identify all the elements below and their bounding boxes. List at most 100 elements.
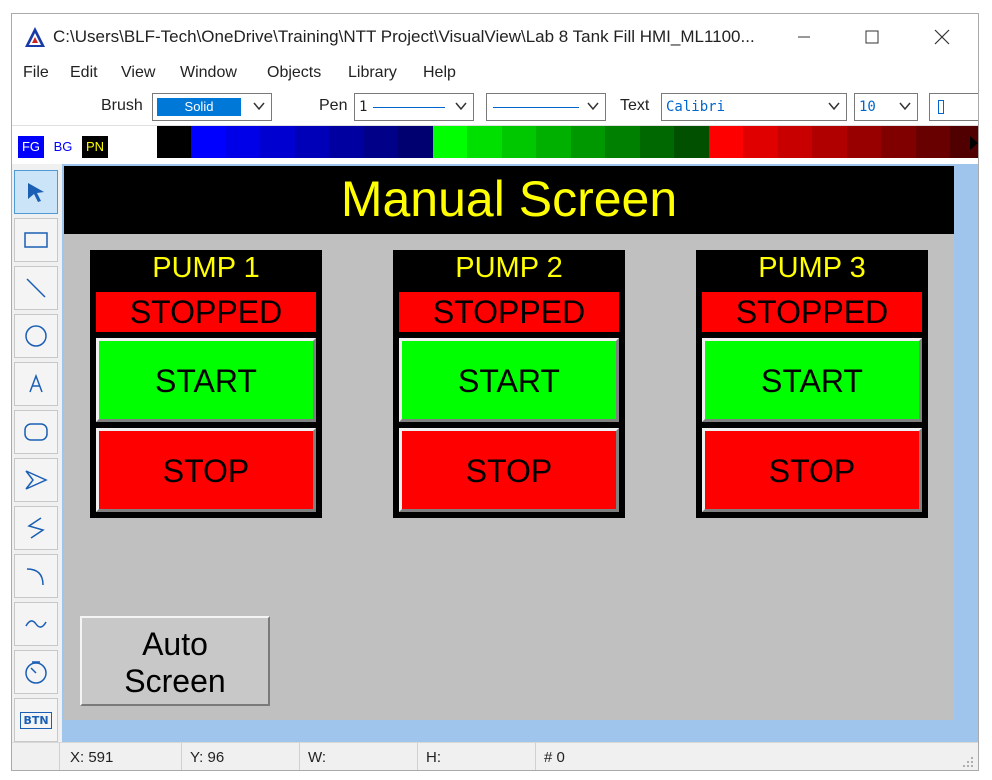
pen-style-dropdown[interactable] bbox=[486, 93, 606, 121]
color-swatch[interactable] bbox=[536, 126, 571, 158]
pen-width-preview bbox=[373, 107, 445, 108]
font-size-dropdown[interactable]: 10 bbox=[854, 93, 918, 121]
tool-circle[interactable] bbox=[14, 314, 58, 358]
color-swatch[interactable] bbox=[743, 126, 778, 158]
menu-window[interactable]: Window bbox=[180, 64, 237, 82]
color-swatch[interactable] bbox=[329, 126, 364, 158]
arc-icon bbox=[26, 568, 44, 586]
minimize-icon bbox=[798, 36, 810, 38]
title-bar: C:\Users\BLF-Tech\OneDrive\Training\NTT … bbox=[12, 14, 978, 60]
menu-help[interactable]: Help bbox=[423, 64, 456, 82]
tool-gauge[interactable] bbox=[14, 650, 58, 694]
tool-wave[interactable] bbox=[14, 602, 58, 646]
pump-panel-1: PUMP 1 STOPPED START STOP bbox=[90, 250, 322, 518]
pump-panel-3: PUMP 3 STOPPED START STOP bbox=[696, 250, 928, 518]
menu-file[interactable]: File bbox=[23, 64, 49, 82]
pump-2-stop-button[interactable]: STOP bbox=[399, 428, 619, 512]
auto-screen-button[interactable]: Auto Screen bbox=[80, 616, 270, 706]
color-swatch[interactable] bbox=[881, 126, 916, 158]
status-y: Y: 96 bbox=[190, 743, 300, 770]
color-swatch[interactable] bbox=[812, 126, 847, 158]
tool-polyline[interactable] bbox=[14, 506, 58, 550]
pump-status: STOPPED bbox=[399, 292, 619, 332]
fg-selector[interactable]: FG bbox=[18, 136, 44, 158]
pen-width-value: 1 bbox=[359, 99, 368, 115]
pen-style-preview bbox=[493, 107, 579, 108]
polyline-icon bbox=[27, 517, 45, 539]
color-swatch[interactable] bbox=[915, 126, 950, 158]
menu-objects[interactable]: Objects bbox=[267, 64, 321, 82]
color-swatch[interactable] bbox=[225, 126, 260, 158]
hmi-screen[interactable]: Manual Screen PUMP 1 STOPPED START STOP … bbox=[64, 166, 954, 720]
pointer-icon bbox=[28, 183, 44, 202]
menu-view[interactable]: View bbox=[121, 64, 155, 82]
pump-title: PUMP 1 bbox=[152, 252, 260, 284]
tool-button[interactable]: BTN bbox=[14, 698, 58, 742]
color-swatch[interactable] bbox=[777, 126, 812, 158]
menu-edit[interactable]: Edit bbox=[70, 64, 98, 82]
color-swatch[interactable] bbox=[501, 126, 536, 158]
status-w: W: bbox=[308, 743, 418, 770]
app-logo-icon bbox=[25, 27, 45, 47]
wave-icon bbox=[25, 620, 47, 628]
chevron-down-icon bbox=[828, 102, 840, 111]
window-title: C:\Users\BLF-Tech\OneDrive\Training\NTT … bbox=[53, 27, 755, 46]
text-style-dropdown[interactable] bbox=[929, 93, 978, 121]
maximize-button[interactable] bbox=[852, 20, 892, 54]
pn-selector[interactable]: PN bbox=[82, 136, 108, 158]
tool-rectangle[interactable] bbox=[14, 218, 58, 262]
pump-panel-2: PUMP 2 STOPPED START STOP bbox=[393, 250, 625, 518]
color-swatch[interactable] bbox=[191, 126, 226, 158]
gauge-icon bbox=[25, 661, 47, 684]
status-h: H: bbox=[426, 743, 536, 770]
pump-2-start-button[interactable]: START bbox=[399, 338, 619, 422]
cursor-icon bbox=[938, 100, 944, 114]
color-swatch[interactable] bbox=[260, 126, 295, 158]
button-tool-icon: BTN bbox=[20, 711, 52, 729]
color-swatch[interactable] bbox=[708, 126, 743, 158]
color-swatch[interactable] bbox=[122, 126, 157, 158]
close-button[interactable] bbox=[922, 20, 962, 54]
font-dropdown[interactable]: Calibri bbox=[661, 93, 847, 121]
color-swatch[interactable] bbox=[363, 126, 398, 158]
button-tool-label: BTN bbox=[23, 713, 49, 727]
tool-text[interactable] bbox=[14, 362, 58, 406]
scroll-right-icon[interactable] bbox=[970, 136, 978, 150]
screen-title: Manual Screen bbox=[64, 166, 954, 234]
color-swatch[interactable] bbox=[467, 126, 502, 158]
color-swatches bbox=[122, 126, 978, 158]
pump-status: STOPPED bbox=[96, 292, 316, 332]
color-swatch[interactable] bbox=[846, 126, 881, 158]
brush-dropdown[interactable]: Solid bbox=[152, 93, 272, 121]
color-swatch[interactable] bbox=[294, 126, 329, 158]
color-swatch[interactable] bbox=[639, 126, 674, 158]
pump-1-start-button[interactable]: START bbox=[96, 338, 316, 422]
menu-library[interactable]: Library bbox=[348, 64, 397, 82]
tool-rounded-rect[interactable] bbox=[14, 410, 58, 454]
color-swatch[interactable] bbox=[432, 126, 467, 158]
tool-pointer[interactable] bbox=[14, 170, 58, 214]
tool-arc[interactable] bbox=[14, 554, 58, 598]
pen-width-dropdown[interactable]: 1 bbox=[354, 93, 474, 121]
status-x: X: 591 bbox=[70, 743, 182, 770]
auto-button-line2: Screen bbox=[124, 663, 226, 699]
minimize-button[interactable] bbox=[784, 20, 824, 54]
tool-line[interactable] bbox=[14, 266, 58, 310]
status-spacer bbox=[12, 743, 60, 770]
app-window: C:\Users\BLF-Tech\OneDrive\Training\NTT … bbox=[11, 13, 979, 771]
pump-1-stop-button[interactable]: STOP bbox=[96, 428, 316, 512]
tool-polygon[interactable] bbox=[14, 458, 58, 502]
color-palette: FG BG PN bbox=[12, 126, 978, 164]
bg-selector[interactable]: BG bbox=[50, 136, 76, 158]
polygon-icon bbox=[25, 470, 48, 490]
resize-grip-icon[interactable] bbox=[962, 756, 974, 768]
status-count: # 0 bbox=[544, 749, 565, 766]
pump-3-stop-button[interactable]: STOP bbox=[702, 428, 922, 512]
color-swatch[interactable] bbox=[605, 126, 640, 158]
color-swatch[interactable] bbox=[156, 126, 191, 158]
pump-3-start-button[interactable]: START bbox=[702, 338, 922, 422]
color-swatch[interactable] bbox=[398, 126, 433, 158]
color-swatch[interactable] bbox=[674, 126, 709, 158]
color-swatch[interactable] bbox=[570, 126, 605, 158]
maximize-icon bbox=[865, 30, 879, 44]
